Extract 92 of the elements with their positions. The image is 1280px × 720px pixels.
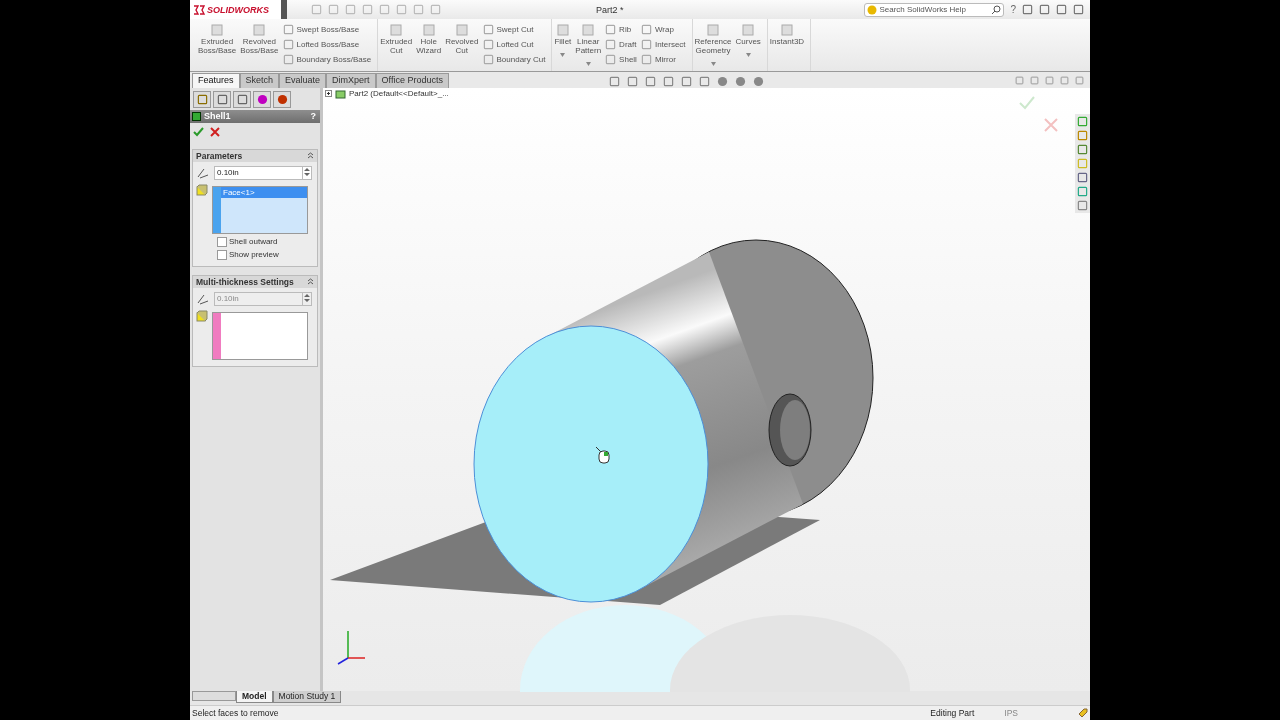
tool-icon xyxy=(555,23,570,37)
toolbar-grip[interactable] xyxy=(281,0,287,19)
part-icon xyxy=(335,88,346,99)
tool-icon xyxy=(389,23,404,37)
checkbox-label: Shell outward xyxy=(229,237,278,247)
app-logo: SOLIDWORKS xyxy=(190,0,281,19)
tool-icon[interactable] xyxy=(282,39,294,50)
section-title: Multi-thickness Settings xyxy=(196,276,294,287)
thickness-icon xyxy=(196,292,210,305)
ribbon-command[interactable]: Swept Cut xyxy=(482,24,546,35)
ribbon-command[interactable]: Rib xyxy=(605,24,637,35)
help-button[interactable]: ? xyxy=(1010,4,1016,15)
expand-icon[interactable] xyxy=(325,90,332,98)
tool-icon[interactable] xyxy=(282,54,294,65)
shell-icon xyxy=(192,111,201,121)
tool-icon xyxy=(210,23,225,37)
ribbon-command[interactable]: Draft xyxy=(605,39,637,50)
tool-icon[interactable] xyxy=(640,24,652,35)
command-tab[interactable]: DimXpert xyxy=(326,72,376,88)
tool-icon[interactable] xyxy=(482,54,494,65)
command-tab[interactable]: Evaluate xyxy=(279,72,327,88)
tag-icon[interactable] xyxy=(1078,708,1088,718)
caret-icon[interactable] xyxy=(585,62,591,66)
collapse-icon[interactable] xyxy=(307,278,314,286)
command-tab[interactable]: Sketch xyxy=(239,72,280,88)
tool-icon[interactable] xyxy=(605,24,617,35)
tool-icon[interactable] xyxy=(282,24,294,35)
status-mode: Editing Part xyxy=(930,708,975,718)
search-icon[interactable] xyxy=(991,4,1002,15)
ribbon-command[interactable]: Boundary Boss/Base xyxy=(282,54,372,65)
tool-icon xyxy=(780,23,794,37)
cube-icon xyxy=(196,183,208,196)
checkbox-label: Show preview xyxy=(229,250,279,260)
ribbon-command[interactable]: Wrap xyxy=(640,24,686,35)
tool-icon xyxy=(706,23,721,37)
bottom-tab[interactable]: Motion Study 1 xyxy=(272,691,342,704)
ribbon-command[interactable]: Swept Boss/Base xyxy=(282,24,372,35)
status-message: Select faces to remove xyxy=(192,708,279,718)
thickness-icon xyxy=(196,166,210,179)
checkbox[interactable] xyxy=(217,249,227,260)
tool-icon[interactable] xyxy=(640,39,652,50)
tool-icon xyxy=(252,23,267,37)
ribbon-command[interactable]: Fillet xyxy=(554,21,572,71)
ribbon-command[interactable]: Mirror xyxy=(640,54,686,65)
cancel-icon[interactable] xyxy=(210,126,220,137)
command-tab[interactable]: Office Products xyxy=(375,72,449,88)
ribbon-command[interactable]: Revolved Cut xyxy=(445,21,479,71)
units-label: IPS xyxy=(1004,708,1018,718)
ribbon-command[interactable]: Instant3D xyxy=(769,21,805,71)
ok-icon[interactable] xyxy=(193,126,204,137)
collapse-icon[interactable] xyxy=(307,152,314,160)
checkbox[interactable] xyxy=(217,236,227,247)
spin-button[interactable] xyxy=(302,166,311,179)
bottom-tab[interactable]: Model xyxy=(236,691,273,704)
help-icon xyxy=(867,4,878,15)
cube-icon xyxy=(196,309,208,322)
ribbon-command[interactable]: Lofted Boss/Base xyxy=(282,39,372,50)
caret-icon[interactable] xyxy=(745,53,751,57)
ribbon-command[interactable]: Lofted Cut xyxy=(482,39,546,50)
ribbon-command[interactable]: Curves xyxy=(735,21,761,71)
cursor-icon xyxy=(595,445,611,464)
tool-icon xyxy=(741,23,756,37)
tree-item[interactable]: Part2 (Default<<Default>_... xyxy=(349,89,449,99)
logo-mark-icon xyxy=(193,4,205,15)
ribbon-command[interactable]: Reference Geometry xyxy=(694,21,732,71)
tool-icon xyxy=(581,23,596,37)
help-button[interactable]: ? xyxy=(310,111,316,122)
tool-icon[interactable] xyxy=(605,54,617,65)
ribbon-command[interactable]: Revolved Boss/Base xyxy=(240,21,279,71)
command-tab[interactable]: Features xyxy=(192,72,240,88)
tab-scroll-icon[interactable] xyxy=(192,691,236,702)
ribbon-command[interactable]: Linear Pattern xyxy=(575,21,602,71)
ribbon-command[interactable]: Shell xyxy=(605,54,637,65)
tool-icon[interactable] xyxy=(482,39,494,50)
face-list[interactable] xyxy=(212,311,308,360)
caret-icon[interactable] xyxy=(560,53,566,57)
window-title: Part2 * xyxy=(596,4,624,15)
section-title: Parameters xyxy=(196,150,243,161)
tool-icon[interactable] xyxy=(482,24,494,35)
thickness-field[interactable]: 0.10in xyxy=(214,165,312,180)
caret-icon[interactable] xyxy=(710,62,716,66)
tool-icon[interactable] xyxy=(605,39,617,50)
panel-title: Shell1 xyxy=(204,111,231,122)
ribbon-command[interactable]: Extruded Boss/Base xyxy=(198,21,237,71)
ribbon-command[interactable]: Extruded Cut xyxy=(380,21,413,71)
ribbon-command[interactable]: Boundary Cut xyxy=(482,54,546,65)
ribbon-command[interactable]: Hole Wizard xyxy=(416,21,442,71)
ribbon-command[interactable]: Intersect xyxy=(640,39,686,50)
tool-icon xyxy=(454,23,469,37)
search-field[interactable]: Search SolidWorks Help xyxy=(864,2,1005,17)
tool-icon[interactable] xyxy=(640,54,652,65)
tool-icon xyxy=(421,23,436,37)
